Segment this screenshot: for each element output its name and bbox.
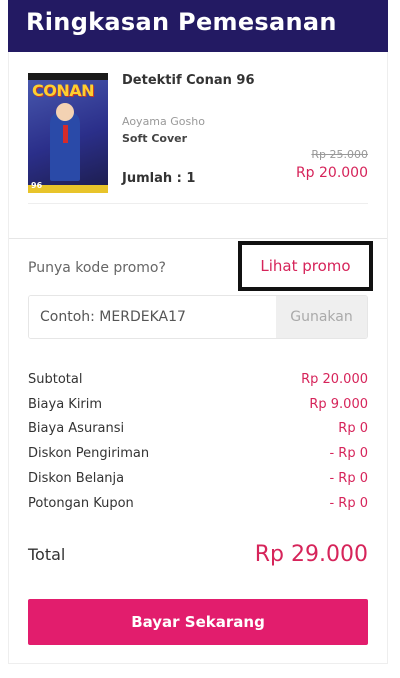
page-title: Ringkasan Pemesanan (26, 8, 337, 36)
cover-logo: CONAN (32, 81, 95, 100)
total-row: Total Rp 29.000 (28, 542, 368, 567)
apply-promo-button[interactable]: Gunakan (276, 296, 367, 338)
summary-row-shipping-discount: Diskon Pengiriman - Rp 0 (28, 441, 368, 466)
product-title: Detektif Conan 96 (122, 73, 255, 88)
promo-code-input[interactable] (29, 296, 276, 338)
total-value: Rp 29.000 (254, 542, 368, 567)
product-format: Soft Cover (122, 132, 188, 145)
summary-value: Rp 20.000 (301, 371, 368, 387)
summary-label: Potongan Kupon (28, 495, 134, 511)
summary-row-insurance: Biaya Asuransi Rp 0 (28, 417, 368, 442)
total-label: Total (28, 545, 66, 564)
divider (28, 203, 368, 204)
price-final: Rp 20.000 (295, 165, 368, 181)
summary-label: Biaya Asuransi (28, 421, 125, 437)
product-quantity: Jumlah : 1 (122, 171, 196, 186)
pay-now-button[interactable]: Bayar Sekarang (28, 599, 368, 645)
summary-value: Rp 0 (338, 421, 368, 437)
summary-value: Rp 9.000 (309, 396, 368, 412)
book-cover-image: CONAN 96 (28, 73, 108, 193)
price-original: Rp 25.000 (311, 148, 368, 161)
summary-value: - Rp 0 (329, 446, 368, 462)
product-author: Aoyama Gosho (122, 115, 205, 128)
see-promo-link[interactable]: Lihat promo (238, 241, 373, 291)
page-header: Ringkasan Pemesanan (8, 0, 388, 52)
summary-value: - Rp 0 (329, 495, 368, 511)
summary-label: Subtotal (28, 371, 83, 387)
summary-row-subtotal: Subtotal Rp 20.000 (28, 367, 368, 392)
summary-row-coupon: Potongan Kupon - Rp 0 (28, 491, 368, 516)
section-divider (9, 238, 387, 239)
promo-code-form: Gunakan (28, 295, 368, 339)
summary-row-shopping-discount: Diskon Belanja - Rp 0 (28, 466, 368, 491)
summary-value: - Rp 0 (329, 471, 368, 487)
promo-question: Punya kode promo? (28, 260, 166, 276)
summary-row-shipping: Biaya Kirim Rp 9.000 (28, 392, 368, 417)
summary-label: Diskon Pengiriman (28, 446, 150, 462)
cover-volume: 96 (31, 181, 43, 190)
price-breakdown: Subtotal Rp 20.000 Biaya Kirim Rp 9.000 … (28, 367, 368, 516)
summary-label: Diskon Belanja (28, 471, 125, 487)
order-summary-card: CONAN 96 Detektif Conan 96 Aoyama Gosho … (8, 52, 388, 664)
product-item: CONAN 96 Detektif Conan 96 Aoyama Gosho … (9, 52, 387, 238)
summary-label: Biaya Kirim (28, 396, 103, 412)
